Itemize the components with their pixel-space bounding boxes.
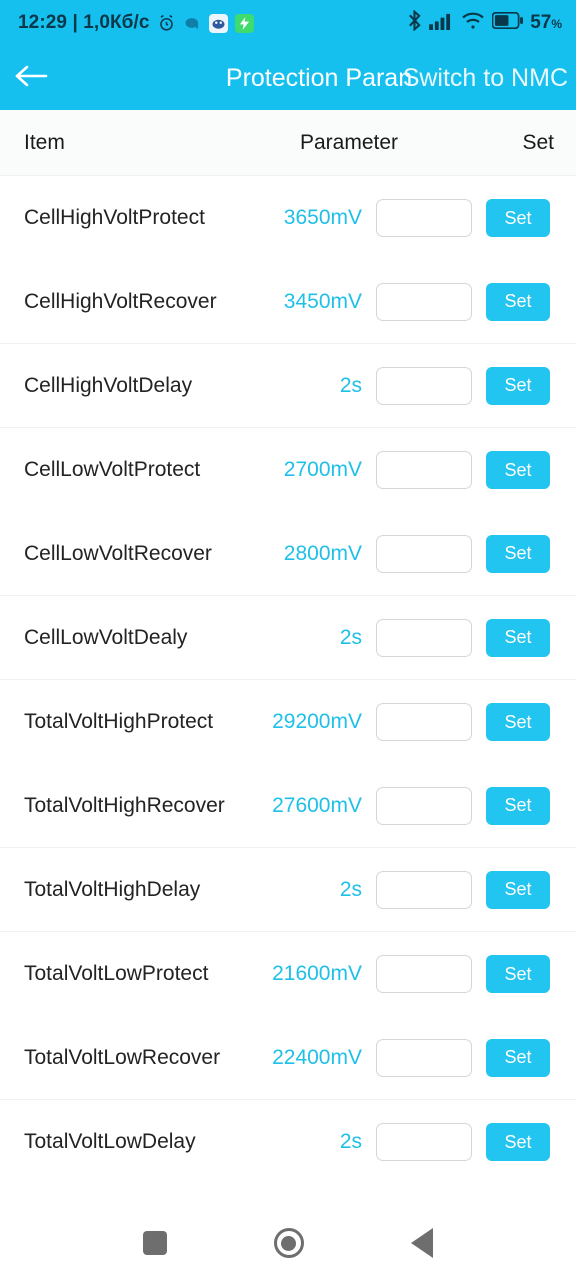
battery-icon: [491, 11, 524, 34]
row-parameter-value: 2s: [339, 625, 362, 649]
status-bar: 12:29 | 1,0Кб/c 57%: [0, 0, 576, 46]
table-row: TotalVoltHighProtect 29200mV Set: [0, 680, 576, 764]
row-parameter-value: 29200mV: [272, 710, 362, 733]
row-item-label: TotalVoltHighDelay: [24, 877, 201, 901]
app-icon-elephant: [183, 14, 202, 33]
charging-bolt-icon: [234, 13, 254, 33]
row-set-button[interactable]: Set: [486, 1038, 550, 1077]
row-item-label: CellHighVoltRecover: [24, 289, 217, 313]
table-row: TotalVoltLowProtect 21600mV Set: [0, 932, 576, 1016]
alarm-clock-icon: [157, 14, 176, 33]
row-set-button[interactable]: Set: [486, 534, 550, 573]
row-set-button[interactable]: Set: [486, 199, 550, 237]
app-icon-blue: [208, 13, 228, 33]
parameter-list: CellHighVoltProtect 3650mV Set CellHighVolt…: [0, 176, 576, 1184]
row-parameter-value: 2700mV: [283, 458, 362, 481]
row-set-button[interactable]: Set: [486, 282, 550, 321]
row-value-input[interactable]: [376, 786, 472, 825]
row-item-label: CellLowVoltRecover: [24, 541, 212, 565]
row-set-button[interactable]: Set: [486, 1123, 550, 1161]
wifi-icon: [461, 11, 485, 35]
row-set-button[interactable]: Set: [486, 451, 550, 489]
row-value-input[interactable]: [376, 451, 472, 489]
back-arrow-icon: [13, 62, 49, 95]
row-item-label: TotalVoltHighProtect: [24, 710, 214, 733]
row-parameter-value: 27600mV: [272, 793, 362, 817]
table-row: CellHighVoltProtect 3650mV Set: [0, 176, 576, 260]
status-clock: 12:29 | 1,0Кб/c: [18, 12, 150, 33]
column-header-parameter: Parameter: [299, 130, 399, 154]
row-set-button[interactable]: Set: [486, 786, 550, 825]
row-set-button[interactable]: Set: [486, 618, 550, 657]
android-navigation-bar: [0, 1206, 576, 1280]
title-container: Protection Paran Switch to NMC: [62, 46, 576, 110]
row-value-input[interactable]: [376, 955, 472, 993]
row-set-button[interactable]: Set: [486, 870, 550, 909]
battery-percent: 57%: [530, 12, 562, 33]
row-parameter-value: 2s: [339, 1130, 362, 1153]
row-value-input[interactable]: [376, 1038, 472, 1077]
row-parameter-value: 2s: [339, 877, 362, 901]
row-value-input[interactable]: [376, 1123, 472, 1161]
table-row: CellLowVoltProtect 2700mV Set: [0, 428, 576, 512]
cellular-signal-icon: [429, 11, 454, 35]
row-value-input[interactable]: [376, 618, 472, 657]
table-row: CellHighVoltRecover 3450mV Set: [0, 260, 576, 344]
row-value-input[interactable]: [376, 366, 472, 405]
row-parameter-value: 2800mV: [283, 541, 362, 565]
table-row: TotalVoltLowDelay 2s Set: [0, 1100, 576, 1184]
table-row: CellLowVoltRecover 2800mV Set: [0, 512, 576, 596]
row-parameter-value: 2s: [339, 373, 362, 397]
bluetooth-icon: [407, 9, 422, 36]
row-item-label: TotalVoltLowRecover: [24, 1045, 221, 1069]
switch-to-nmc-label[interactable]: Switch to NMC: [403, 64, 568, 93]
row-item-label: TotalVoltHighRecover: [24, 793, 225, 817]
row-value-input[interactable]: [376, 870, 472, 909]
row-item-label: CellHighVoltProtect: [24, 206, 205, 229]
page-title: Protection Paran: [225, 63, 413, 92]
row-set-button[interactable]: Set: [486, 366, 550, 405]
row-set-button[interactable]: Set: [486, 955, 550, 993]
status-bar-left: 12:29 | 1,0Кб/c: [18, 12, 254, 34]
row-item-label: CellHighVoltDelay: [24, 373, 193, 397]
row-item-label: TotalVoltLowProtect: [24, 962, 209, 985]
table-row: CellLowVoltDealy 2s Set: [0, 596, 576, 680]
row-value-input[interactable]: [376, 703, 472, 741]
row-value-input[interactable]: [376, 199, 472, 237]
table-row: TotalVoltHighDelay 2s Set: [0, 848, 576, 932]
status-bar-right: 57%: [407, 9, 562, 36]
table-row: TotalVoltLowRecover 22400mV Set: [0, 1016, 576, 1100]
row-value-input[interactable]: [376, 534, 472, 573]
row-parameter-value: 22400mV: [272, 1045, 362, 1069]
title-bar: Protection Paran Switch to NMC: [0, 46, 576, 110]
column-header-set: Set: [522, 130, 554, 154]
table-row: CellHighVoltDelay 2s Set: [0, 344, 576, 428]
back-button[interactable]: [0, 46, 62, 110]
row-set-button[interactable]: Set: [486, 703, 550, 741]
table-column-headers: Item Parameter Set: [0, 110, 576, 176]
home-circle-icon[interactable]: [273, 1228, 304, 1258]
row-parameter-value: 21600mV: [272, 962, 362, 985]
recents-square-icon[interactable]: [143, 1231, 168, 1255]
row-value-input[interactable]: [376, 282, 472, 321]
row-item-label: CellLowVoltDealy: [24, 625, 188, 649]
column-header-item: Item: [24, 130, 65, 154]
row-parameter-value: 3650mV: [283, 206, 362, 229]
row-item-label: CellLowVoltProtect: [24, 458, 201, 481]
row-item-label: TotalVoltLowDelay: [24, 1130, 196, 1153]
table-row: TotalVoltHighRecover 27600mV Set: [0, 764, 576, 848]
row-parameter-value: 3450mV: [283, 289, 362, 313]
back-triangle-icon[interactable]: [410, 1228, 433, 1258]
